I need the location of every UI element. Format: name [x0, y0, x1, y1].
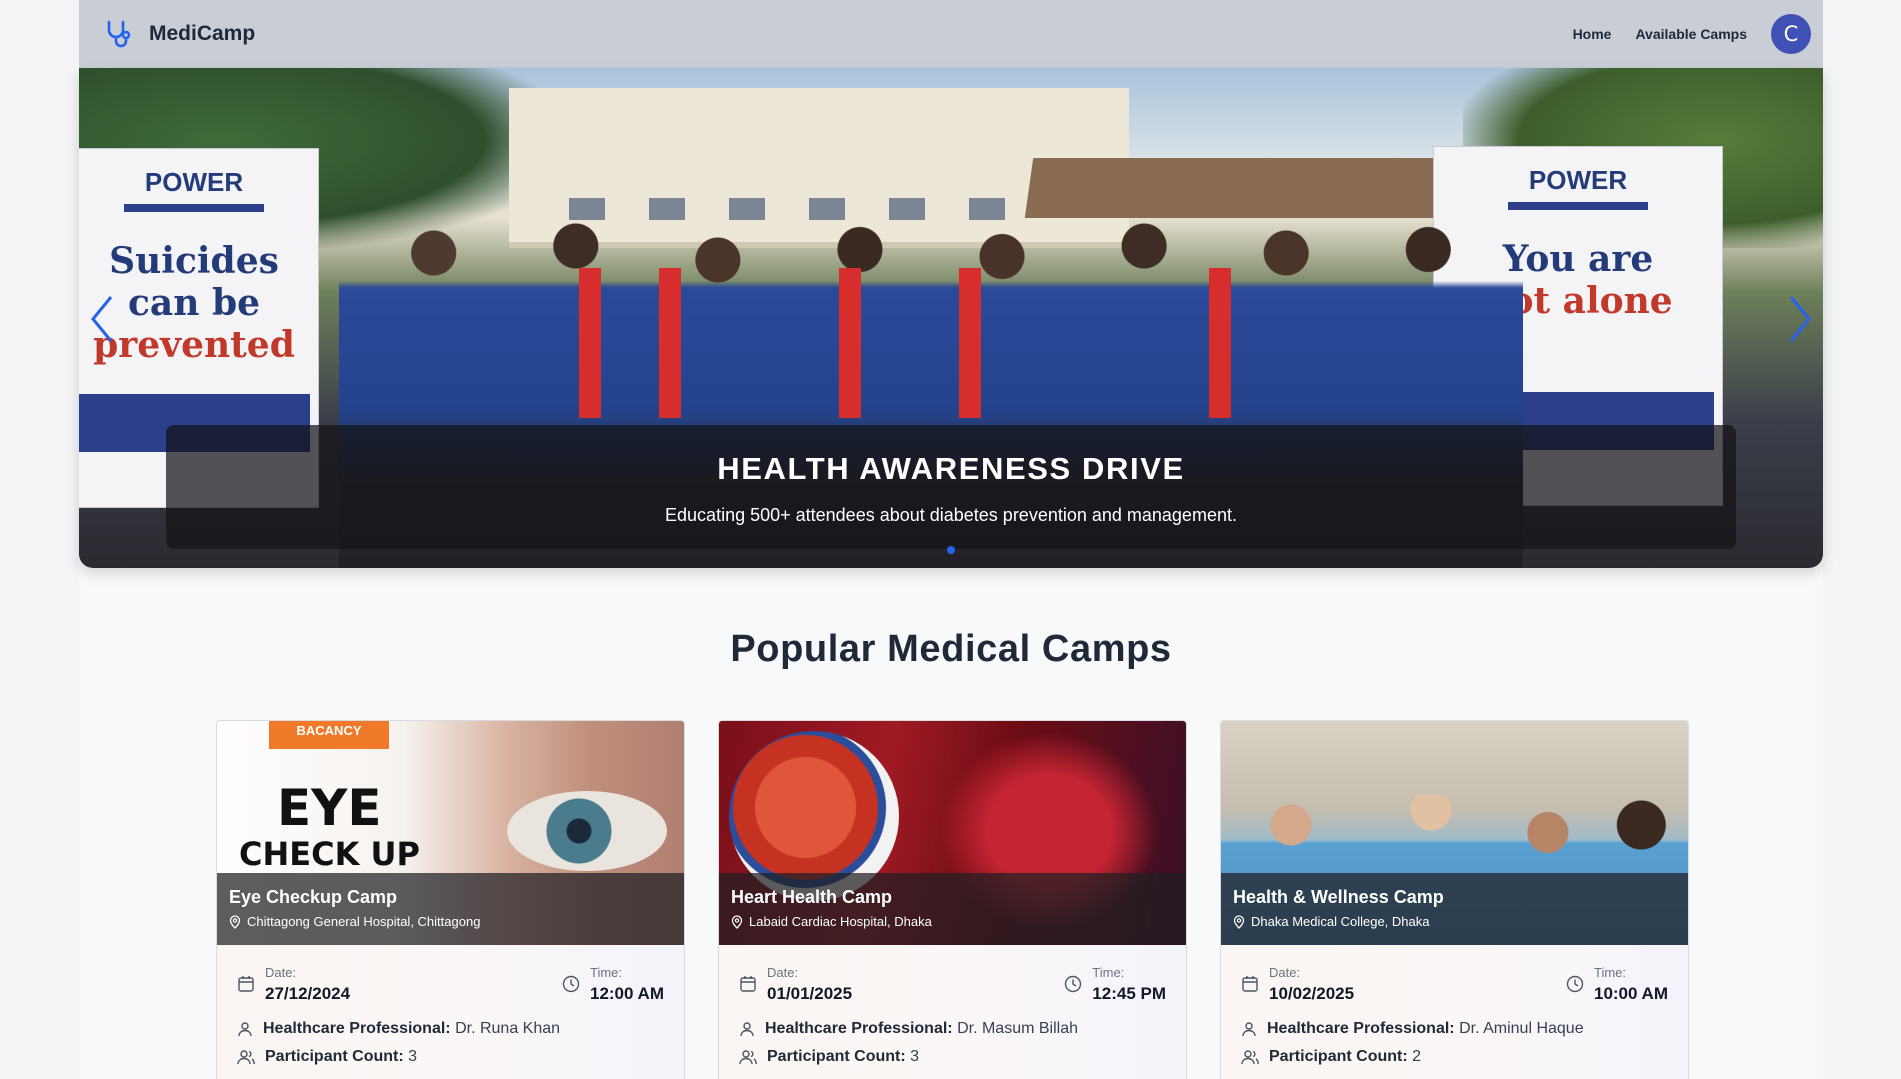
camp-professional: Healthcare Professional: Dr. Masum Billa…	[739, 1020, 1166, 1038]
page-shell: MediCamp Home Available Camps C POWER Su…	[79, 0, 1823, 1079]
calendar-icon	[1242, 976, 1258, 992]
carousel-prev-button[interactable]	[87, 294, 117, 344]
camp-details: Date: 01/01/2025 Time: 12:45 PM Healthca…	[719, 945, 1186, 1079]
camp-card[interactable]: BACANCY EYE CHECK UP Eye Checkup Camp Ch…	[216, 720, 685, 1079]
users-icon	[1241, 1050, 1259, 1065]
camp-card[interactable]: Heart Health Camp Labaid Cardiac Hospita…	[718, 720, 1187, 1079]
camp-details: Date: 27/12/2024 Time: 12:00 AM Healthca…	[217, 945, 684, 1079]
location-pin-icon	[731, 914, 743, 929]
camp-date: Date: 01/01/2025	[739, 965, 852, 1004]
nav-available-camps-link[interactable]: Available Camps	[1635, 26, 1747, 42]
camp-image-overlay: Health & Wellness Camp Dhaka Medical Col…	[1221, 873, 1688, 945]
hero-carousel: POWER Suicides can be prevented POWER Yo…	[79, 68, 1823, 568]
chevron-right-icon	[1789, 296, 1811, 342]
clock-icon	[1065, 975, 1082, 993]
calendar-icon	[740, 976, 756, 992]
camp-time: Time: 10:00 AM	[1566, 965, 1668, 1004]
camp-image-overlay: Eye Checkup Camp Chittagong General Hosp…	[217, 873, 684, 945]
navbar: MediCamp Home Available Camps C	[79, 0, 1823, 68]
stethoscope-icon	[107, 20, 131, 48]
location-pin-icon	[229, 914, 241, 929]
clock-icon	[1566, 975, 1584, 993]
camp-participants: Participant Count: 3	[237, 1048, 664, 1066]
hero-subtitle: Educating 500+ attendees about diabetes …	[665, 505, 1237, 525]
camp-location: Dhaka Medical College, Dhaka	[1233, 914, 1676, 929]
user-avatar[interactable]: C	[1771, 14, 1811, 54]
camp-name: Eye Checkup Camp	[229, 887, 398, 907]
location-pin-icon	[1233, 914, 1245, 929]
camp-date: Date: 27/12/2024	[237, 965, 350, 1004]
camp-image: Health & Wellness Camp Dhaka Medical Col…	[1221, 721, 1688, 945]
camp-image: Heart Health Camp Labaid Cardiac Hospita…	[719, 721, 1186, 945]
camp-name: Heart Health Camp	[731, 887, 893, 907]
camp-card[interactable]: Health & Wellness Camp Dhaka Medical Col…	[1220, 720, 1689, 1079]
camp-details: Date: 10/02/2025 Time: 10:00 AM Healthca…	[1221, 945, 1688, 1079]
camp-location: Chittagong General Hospital, Chittagong	[229, 914, 672, 929]
camp-participants: Participant Count: 2	[1241, 1048, 1668, 1066]
hero-caption: HEALTH AWARENESS DRIVE Educating 500+ at…	[166, 425, 1736, 549]
camp-time: Time: 12:45 PM	[1064, 965, 1166, 1004]
user-icon	[740, 1022, 754, 1037]
chevron-left-icon	[91, 296, 113, 342]
user-icon	[1242, 1022, 1256, 1037]
carousel-next-button[interactable]	[1785, 294, 1815, 344]
clock-icon	[562, 975, 580, 993]
users-icon	[739, 1050, 757, 1065]
user-icon	[238, 1022, 252, 1037]
camp-cards: BACANCY EYE CHECK UP Eye Checkup Camp Ch…	[216, 720, 1689, 1079]
camp-image-overlay: Heart Health Camp Labaid Cardiac Hospita…	[719, 873, 1186, 945]
camp-time: Time: 12:00 AM	[562, 965, 664, 1004]
nav-home-link[interactable]: Home	[1573, 26, 1612, 42]
camp-professional: Healthcare Professional: Dr. Runa Khan	[237, 1020, 664, 1038]
camp-professional: Healthcare Professional: Dr. Aminul Haqu…	[1241, 1020, 1668, 1038]
brand[interactable]: MediCamp	[103, 18, 255, 50]
nav-links: Home Available Camps C	[1573, 14, 1811, 54]
carousel-indicator[interactable]	[947, 546, 955, 554]
section-title: Popular Medical Camps	[730, 628, 1172, 670]
camp-image: BACANCY EYE CHECK UP Eye Checkup Camp Ch…	[217, 721, 684, 945]
users-icon	[237, 1050, 255, 1065]
camp-date: Date: 10/02/2025	[1241, 965, 1354, 1004]
camp-location: Labaid Cardiac Hospital, Dhaka	[731, 914, 1174, 929]
brand-name: MediCamp	[149, 22, 256, 45]
hero-title: HEALTH AWARENESS DRIVE	[717, 451, 1185, 486]
camp-name: Health & Wellness Camp	[1233, 887, 1444, 907]
calendar-icon	[238, 976, 254, 992]
camp-participants: Participant Count: 3	[739, 1048, 1166, 1066]
